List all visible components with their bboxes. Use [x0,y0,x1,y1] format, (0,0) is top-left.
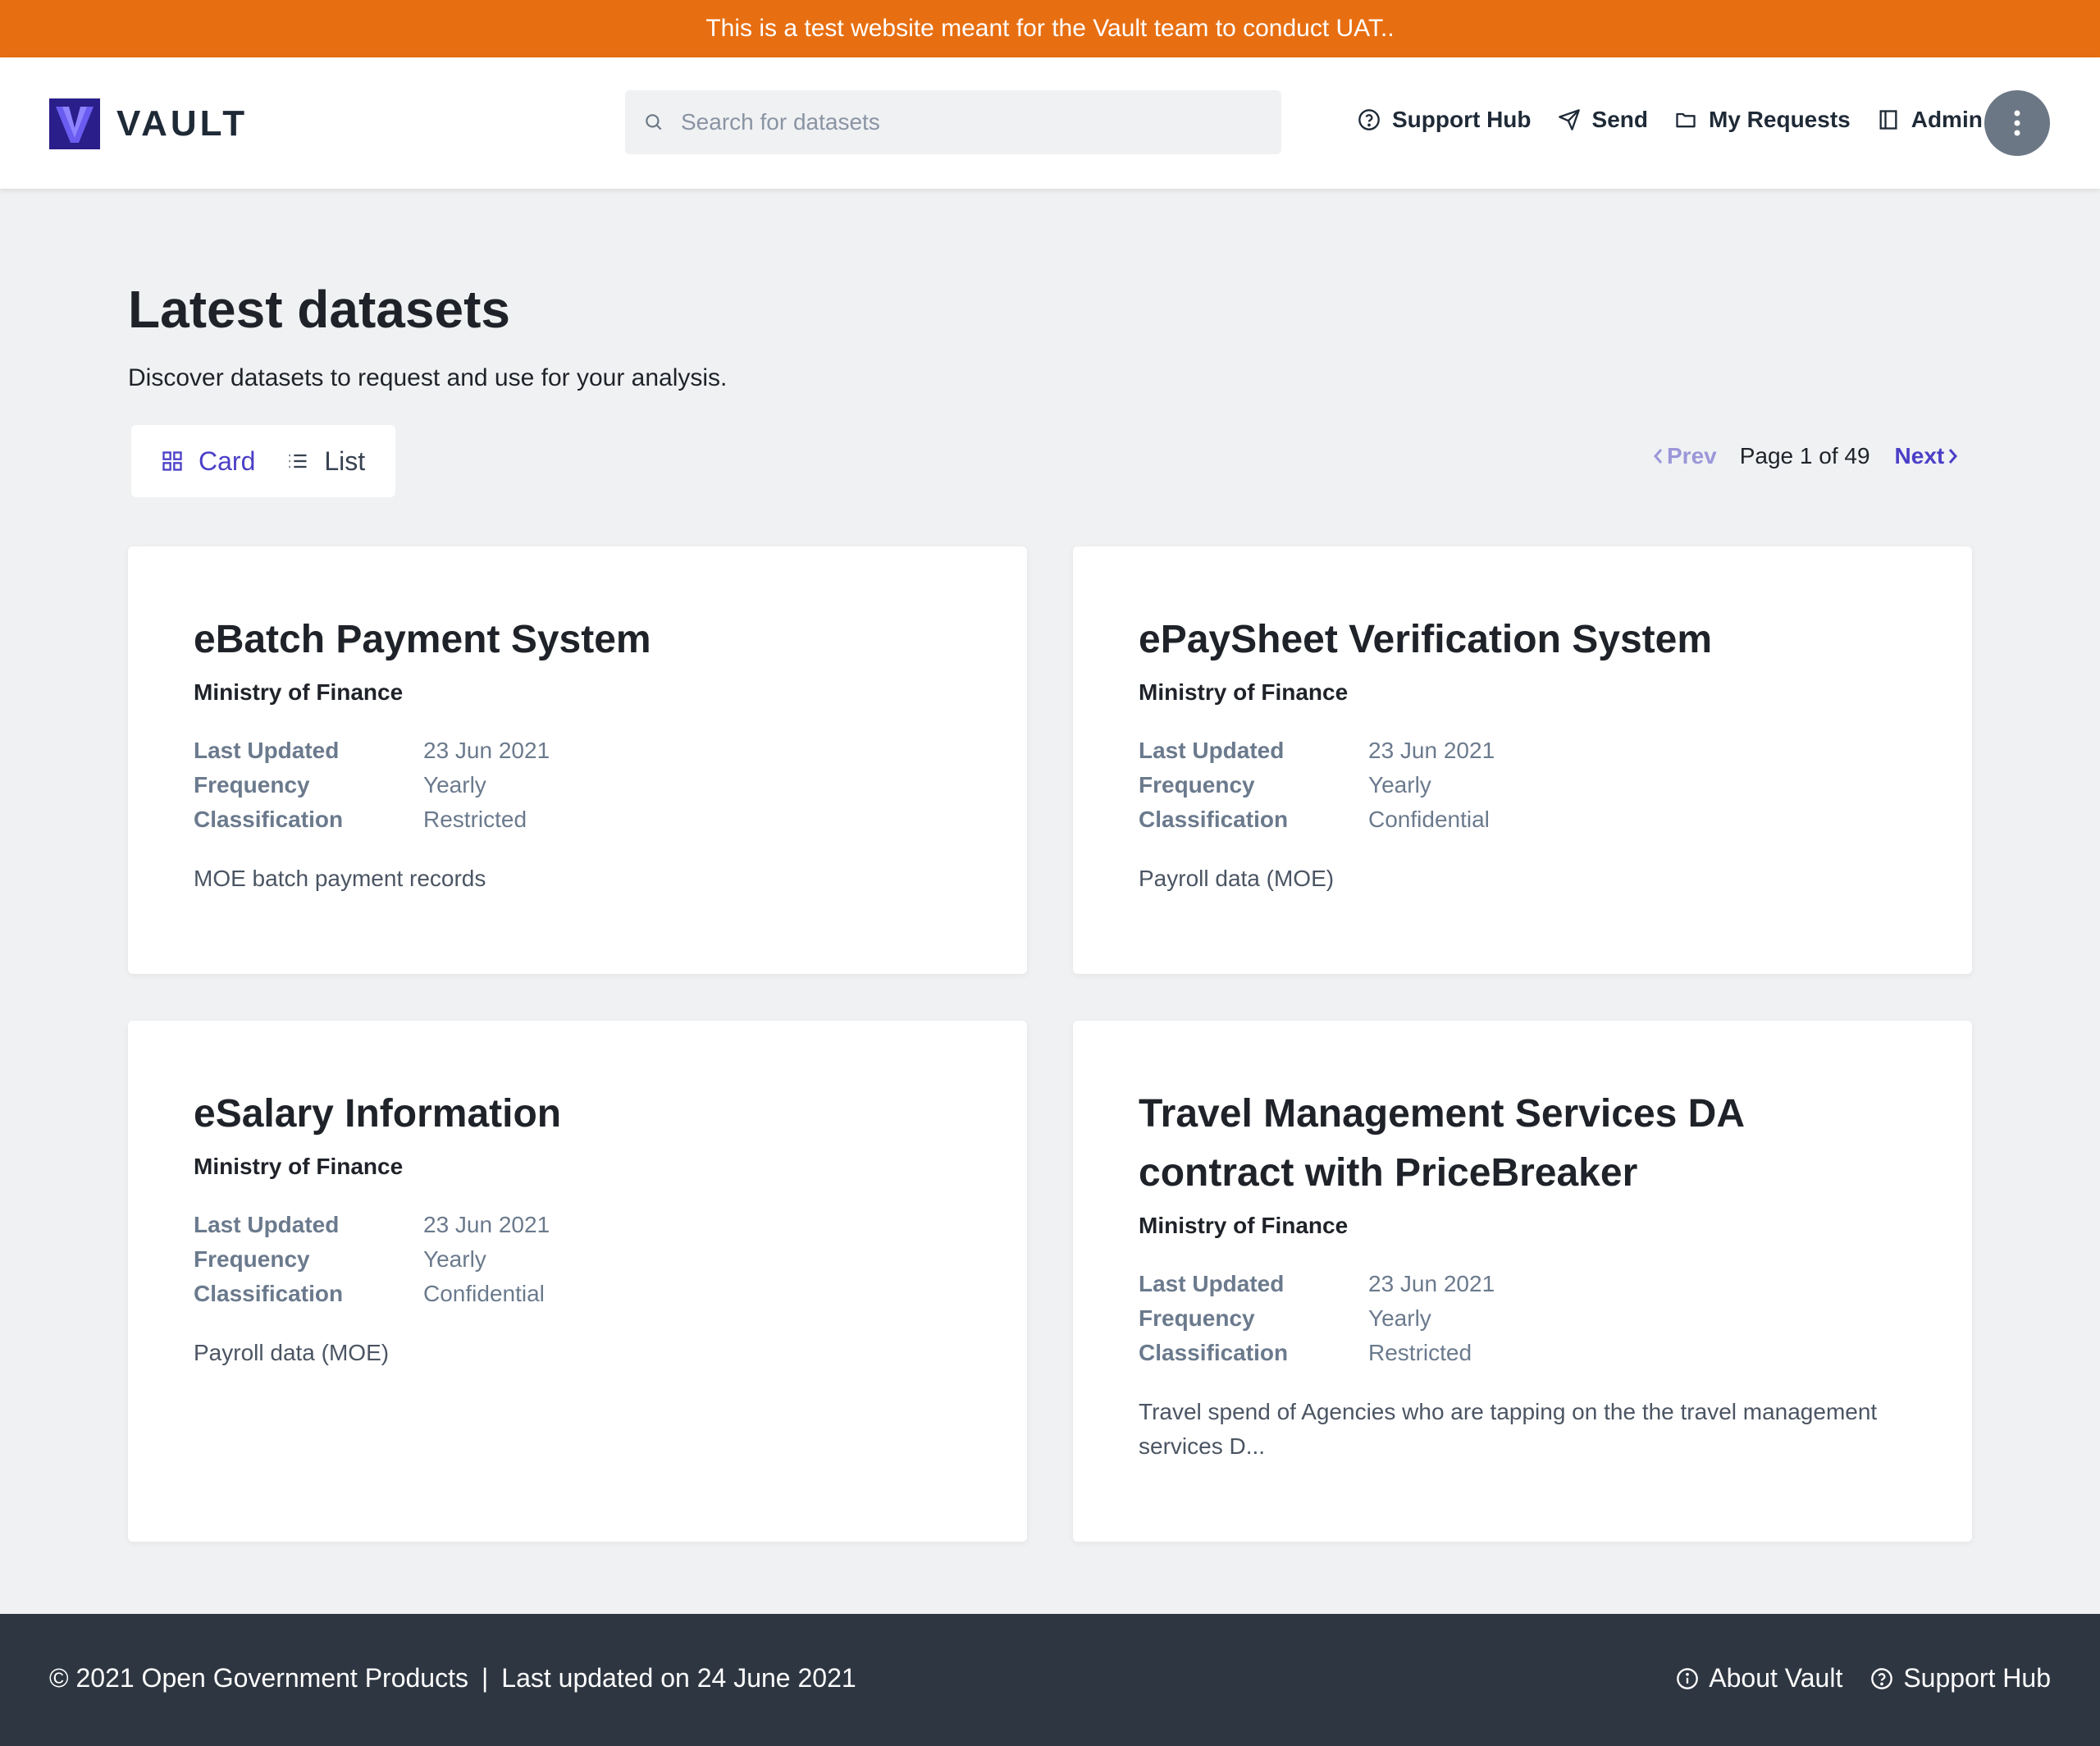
last-updated-label: Last Updated [194,738,340,763]
nav-my-requests-label: My Requests [1709,107,1851,132]
user-menu-button[interactable] [1984,90,2050,156]
dataset-description: Payroll data (MOE) [1139,866,1335,891]
vault-logo-text: VAULT [116,103,249,144]
footer-copyright: © 2021 Open Government Products [49,1663,468,1693]
sidebar-panel-icon [1879,110,1897,130]
nav-support-hub[interactable]: Support Hub [1358,107,1532,133]
header-nav: Support Hub Send My Requests Admin [1358,107,2009,133]
classification-value: Restricted [423,807,527,832]
classification-value: Restricted [1368,1340,1472,1365]
nav-my-requests[interactable]: My Requests [1674,107,1851,133]
dataset-card[interactable]: ePaySheet Verification System Ministry o… [1073,546,1972,974]
page-title: Latest datasets [128,280,510,339]
dataset-title: eSalary Information [194,1092,562,1136]
chevron-left-icon [1654,449,1663,464]
prev-page-label: Prev [1667,443,1717,468]
frequency-label: Frequency [1139,1305,1255,1331]
classification-value: Confidential [423,1281,545,1306]
page-subtitle: Discover datasets to request and use for… [128,364,728,391]
classification-label: Classification [194,807,344,832]
view-toggle: Card List [131,425,395,497]
footer-last-updated: Last updated on 24 June 2021 [501,1663,856,1693]
card-view-button[interactable]: Card [161,446,255,477]
pagination: Prev Page 1 of 49 Next [1650,443,1961,469]
frequency-value: Yearly [1368,1305,1431,1331]
page-footer: © 2021 Open Government Products | Last u… [0,1614,2100,1746]
chevron-right-icon [1949,449,1958,464]
card-view-label: Card [199,446,256,476]
dataset-meta: Last Updated 23 Jun 2021 Frequency Yearly … [1139,734,1906,837]
next-page-button[interactable]: Next [1895,443,1961,469]
dataset-title: eBatch Payment System [194,618,651,661]
dataset-meta: Last Updated 23 Jun 2021 Frequency Yearly … [194,1208,961,1311]
prev-page-button[interactable]: Prev [1650,443,1717,469]
dataset-agency: Ministry of Finance [1139,1213,1349,1238]
footer-support-hub-link[interactable]: Support Hub [1870,1663,2051,1693]
dataset-description: Travel spend of Agencies who are tapping… [1139,1399,1878,1459]
vault-logo-icon [49,98,100,149]
last-updated-label: Last Updated [194,1212,340,1237]
dataset-title: Travel Management Services DA contract w… [1139,1092,1744,1195]
footer-links: About Vault Support Hub [1648,1663,2051,1693]
dataset-search[interactable] [625,90,1281,154]
nav-admin[interactable]: Admin [1877,107,1983,133]
page-indicator: Page 1 of 49 [1739,443,1870,468]
dataset-description: MOE batch payment records [194,866,486,891]
top-header: VAULT Support Hub Send My Requests [0,57,2100,189]
search-icon [646,114,662,130]
frequency-value: Yearly [423,772,486,798]
dataset-card[interactable]: Travel Management Services DA contract w… [1073,1021,1972,1542]
footer-support-hub-label: Support Hub [1903,1663,2051,1693]
nav-admin-label: Admin [1911,107,1983,132]
footer-info: © 2021 Open Government Products | Last u… [49,1663,856,1693]
send-icon [1558,109,1580,130]
nav-support-hub-label: Support Hub [1392,107,1532,132]
frequency-value: Yearly [1368,772,1431,798]
list-icon [289,454,307,468]
classification-label: Classification [1139,807,1289,832]
help-circle-icon [1358,109,1380,130]
more-vertical-icon [2014,110,2020,136]
dataset-title: ePaySheet Verification System [1139,618,1712,661]
last-updated-value: 23 Jun 2021 [1368,1271,1495,1296]
dataset-card[interactable]: eSalary Information Ministry of Finance … [128,1021,1027,1542]
last-updated-label: Last Updated [1139,1271,1285,1296]
footer-separator: | [481,1663,489,1693]
last-updated-value: 23 Jun 2021 [1368,738,1495,763]
vault-logo[interactable]: VAULT [49,98,248,149]
info-icon [1677,1667,1699,1689]
frequency-label: Frequency [194,1246,310,1272]
last-updated-value: 23 Jun 2021 [423,1212,550,1237]
uat-banner-text: This is a test website meant for the Vau… [705,15,1395,42]
dataset-agency: Ministry of Finance [194,1154,404,1179]
help-circle-icon [1871,1667,1893,1689]
list-view-button[interactable]: List [286,446,365,477]
classification-label: Classification [1139,1340,1289,1365]
last-updated-value: 23 Jun 2021 [423,738,550,763]
nav-send[interactable]: Send [1558,107,1648,133]
frequency-label: Frequency [1139,772,1255,798]
frequency-label: Frequency [194,772,310,798]
footer-about-vault-link[interactable]: About Vault [1676,1663,1842,1693]
folder-icon [1676,112,1696,128]
dataset-agency: Ministry of Finance [194,679,404,705]
nav-send-label: Send [1591,107,1648,132]
dataset-meta: Last Updated 23 Jun 2021 Frequency Yearly … [194,734,961,837]
grid-icon [162,451,182,471]
frequency-value: Yearly [423,1246,486,1272]
dataset-card[interactable]: eBatch Payment System Ministry of Financ… [128,546,1027,974]
uat-banner: This is a test website meant for the Vau… [0,0,2100,57]
next-page-label: Next [1894,443,1945,468]
classification-value: Confidential [1368,807,1490,832]
search-input[interactable] [679,108,1257,136]
footer-about-vault-label: About Vault [1709,1663,1843,1693]
dataset-description: Payroll data (MOE) [194,1340,390,1365]
classification-label: Classification [194,1281,344,1306]
dataset-agency: Ministry of Finance [1139,679,1349,705]
list-view-label: List [324,446,366,476]
dataset-meta: Last Updated 23 Jun 2021 Frequency Yearly … [1139,1267,1890,1370]
last-updated-label: Last Updated [1139,738,1285,763]
